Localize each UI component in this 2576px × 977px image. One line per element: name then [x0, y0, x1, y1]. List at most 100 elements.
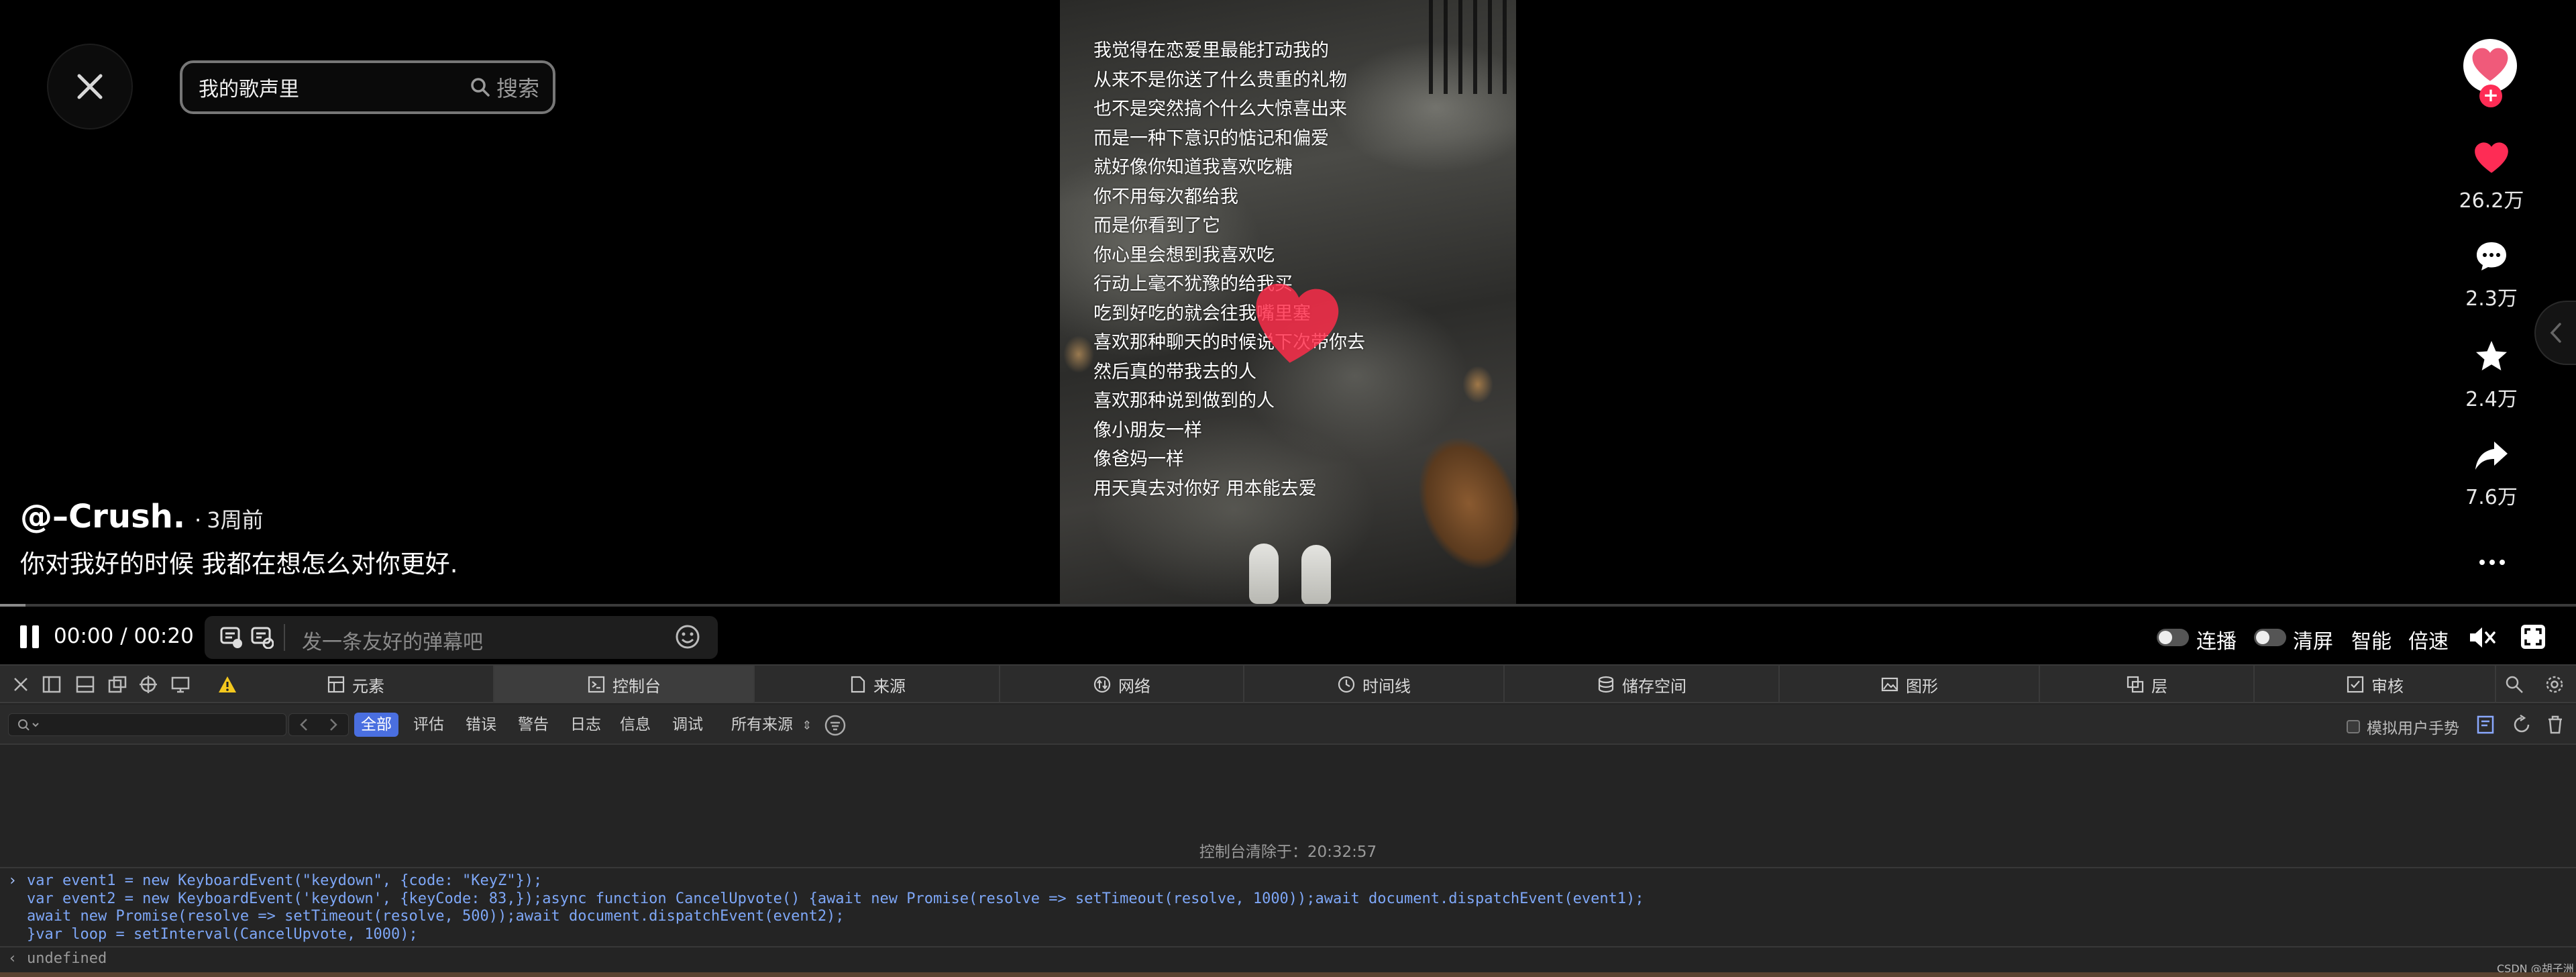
smart-quality-button[interactable]: 智能	[2351, 625, 2392, 654]
log-level-filter[interactable]: 日志	[564, 713, 608, 737]
video-leaf	[1462, 366, 1493, 403]
search-button[interactable]: 搜索	[470, 68, 539, 106]
like-button[interactable]: 26.2万	[2445, 141, 2538, 213]
lyric-line: 你不用每次都给我	[1093, 186, 1238, 207]
danmaku-toggle-icon[interactable]	[220, 626, 243, 649]
network-icon	[1093, 676, 1111, 693]
devtools-tab-graphics[interactable]: 图形	[1780, 666, 2040, 703]
dock-left-icon[interactable]	[42, 674, 62, 695]
danmaku-settings-icon[interactable]	[251, 626, 274, 649]
search-input[interactable]: 我的歌声里	[199, 72, 299, 102]
floating-heart-icon	[1256, 283, 1339, 363]
preserve-log-icon[interactable]	[2511, 714, 2532, 735]
detach-window-icon[interactable]	[107, 674, 127, 695]
sources-icon	[851, 676, 865, 693]
lyric-line: 从来不是你送了什么贵重的礼物	[1093, 69, 1347, 91]
more-dot-icon	[2489, 560, 2495, 565]
emoji-icon[interactable]	[674, 623, 701, 650]
log-level-filter[interactable]: 调试	[665, 713, 710, 737]
result-arrow-icon: ‹	[8, 950, 17, 967]
elements-icon	[327, 676, 345, 693]
console-filter-input[interactable]	[8, 713, 286, 736]
filter-options-icon[interactable]	[824, 714, 847, 737]
command-line: await new Promise(resolve => setTimeout(…	[27, 908, 845, 925]
share-button[interactable]: 7.6万	[2445, 440, 2538, 510]
clear-console-trash-icon[interactable]	[2544, 714, 2566, 735]
lyric-line: 而是你看到了它	[1093, 215, 1220, 236]
history-forward-icon[interactable]	[328, 717, 339, 732]
more-dot-icon	[2479, 560, 2485, 565]
log-level-filter[interactable]: 信息	[613, 713, 657, 737]
lyrics-overlay: 我觉得在恋爱里最能打动我的 从来不是你送了什么贵重的礼物 也不是突然搞个什么大惊喜出…	[1093, 36, 1365, 503]
star-icon	[2476, 341, 2507, 370]
volume-muted-icon[interactable]	[2469, 625, 2496, 650]
playback-speed-button[interactable]: 倍速	[2408, 625, 2449, 654]
lyric-line: 你心里会想到我喜欢吃	[1093, 244, 1275, 266]
dock-bottom-icon[interactable]	[75, 674, 95, 695]
danmaku-input[interactable]: 发一条友好的弹幕吧	[302, 625, 483, 655]
devtools-tab-timeline[interactable]: 时间线	[1244, 666, 1505, 703]
device-preview-icon[interactable]	[170, 674, 191, 695]
author-name[interactable]: @–Crush.	[20, 498, 185, 535]
devtools-tab-label: 控制台	[612, 676, 661, 696]
comment-icon	[2477, 242, 2506, 270]
avatar-heart-icon	[2472, 48, 2508, 81]
follow-button[interactable]: +	[2479, 85, 2502, 107]
like-count: 26.2万	[2459, 189, 2524, 213]
lyric-line: 用天真去对你好 用本能去爱	[1093, 478, 1317, 499]
lyric-line: 我觉得在恋爱里最能打动我的	[1093, 40, 1329, 61]
devtools-settings-gear-icon[interactable]	[2544, 674, 2565, 695]
log-level-filter[interactable]: 评估	[407, 713, 451, 737]
devtools-tab-label: 元素	[352, 676, 384, 696]
simulate-gesture-option[interactable]: 模拟用户手势	[2347, 715, 2459, 738]
heart-icon	[2475, 142, 2508, 173]
post-time: 3周前	[207, 507, 264, 533]
close-button[interactable]	[47, 44, 133, 130]
time-display: 00:00 / 00:20	[54, 624, 194, 648]
comment-button[interactable]: 2.3万	[2445, 240, 2538, 311]
autoplay-label: 连播	[2196, 630, 2237, 654]
devtools-tab-network[interactable]: 网络	[1000, 666, 1244, 703]
log-level-filter[interactable]: 全部	[354, 713, 398, 737]
console-command[interactable]: var event1 = new KeyboardEvent("keydown"…	[27, 872, 1644, 943]
more-button[interactable]	[2469, 550, 2516, 574]
source-select[interactable]: 所有来源 ⇕	[731, 713, 812, 738]
devtools-tab-console[interactable]: 控制台	[494, 666, 755, 703]
favorite-button[interactable]: 2.4万	[2445, 340, 2538, 412]
devtools-tab-sources[interactable]: 来源	[755, 666, 1000, 703]
history-nav	[288, 713, 349, 736]
search-button-label: 搜索	[496, 76, 540, 101]
console-result: undefined	[27, 950, 107, 967]
command-line: var event2 = new KeyboardEvent('keydown'…	[27, 890, 1644, 907]
history-back-icon[interactable]	[299, 717, 309, 732]
author-line: @–Crush. · 3周前	[20, 498, 264, 535]
pause-icon	[20, 625, 27, 648]
video-shoe	[1301, 545, 1331, 605]
close-devtools-icon[interactable]	[11, 674, 31, 695]
simulate-gesture-label: 模拟用户手势	[2367, 720, 2459, 737]
more-dot-icon	[2500, 560, 2505, 565]
log-level-filter[interactable]: 错误	[459, 713, 503, 737]
simulate-gesture-checkbox[interactable]	[2347, 720, 2360, 733]
clean-screen-toggle[interactable]	[2254, 629, 2286, 646]
console-snippet-icon[interactable]	[2475, 714, 2497, 735]
log-level-filter[interactable]: 警告	[511, 713, 555, 737]
lyric-line: 喜欢那种说到做到的人	[1093, 391, 1275, 411]
graphics-icon	[1881, 677, 1898, 692]
audit-icon	[2347, 676, 2364, 693]
autoplay-toggle[interactable]	[2157, 629, 2189, 646]
devtools-tab-elements[interactable]: 元素	[218, 666, 494, 703]
pause-button[interactable]	[20, 625, 43, 648]
lyric-line: 像爸妈一样	[1093, 449, 1184, 470]
devtools-tab-storage[interactable]: 储存空间	[1505, 666, 1780, 703]
video-leaf	[1063, 336, 1094, 373]
chevron-left-icon	[2550, 323, 2561, 343]
devtools-tab-layers[interactable]: 层	[2040, 666, 2255, 703]
fullscreen-icon[interactable]	[2520, 624, 2546, 650]
devtools-search-icon[interactable]	[2504, 674, 2524, 695]
pause-icon	[32, 625, 39, 648]
lyric-line: 也不是突然搞个什么大惊喜出来	[1093, 99, 1347, 119]
devtools-tab-audit[interactable]: 审核	[2255, 666, 2496, 703]
filter-search-icon	[18, 719, 39, 731]
inspect-element-icon[interactable]	[138, 674, 158, 695]
